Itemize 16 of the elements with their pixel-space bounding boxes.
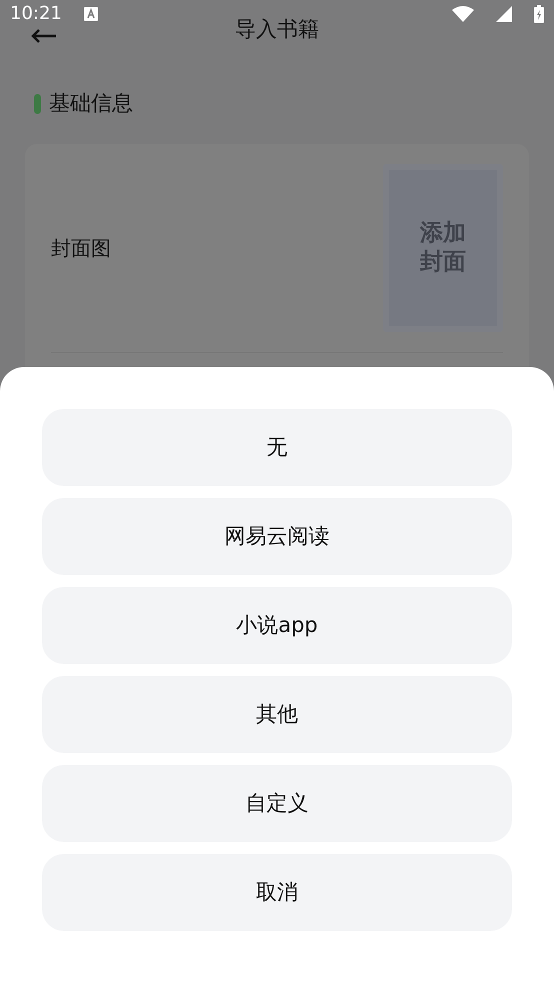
sheet-option[interactable]: 小说app xyxy=(42,587,512,664)
sheet-option[interactable]: 无 xyxy=(42,409,512,486)
back-icon[interactable] xyxy=(30,28,56,44)
cover-label: 封面图 xyxy=(51,234,111,262)
sheet-option[interactable]: 网易云阅读 xyxy=(42,498,512,575)
signal-icon xyxy=(496,6,512,22)
keyboard-icon xyxy=(84,7,98,21)
page-title: 导入书籍 xyxy=(235,16,319,44)
wifi-icon xyxy=(452,6,474,22)
sheet-option[interactable]: 其他 xyxy=(42,676,512,753)
status-time: 10:21 xyxy=(10,4,62,24)
sheet-option[interactable]: 自定义 xyxy=(42,765,512,842)
sheet-option[interactable]: 取消 xyxy=(42,854,512,931)
section-marker xyxy=(34,94,41,114)
section-title: 基础信息 xyxy=(49,90,133,117)
battery-icon xyxy=(534,5,544,23)
